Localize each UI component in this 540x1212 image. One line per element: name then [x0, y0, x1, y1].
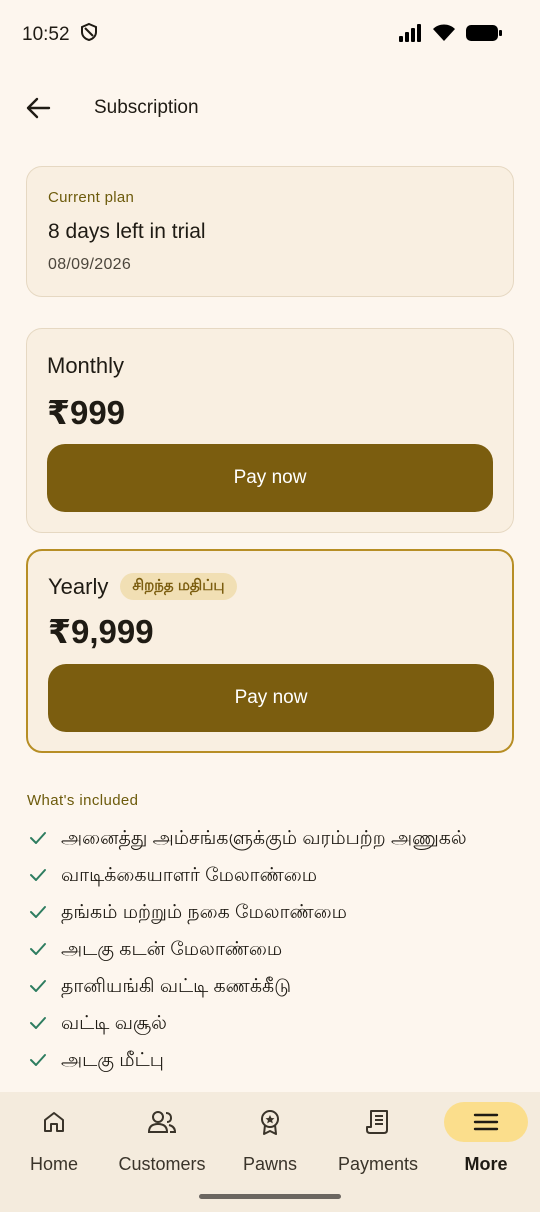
nav-label: More: [464, 1154, 508, 1174]
nav-label: Payments: [337, 1154, 419, 1174]
feature-text: வட்டி வசூல்: [61, 1013, 167, 1034]
nav-label: Pawns: [242, 1154, 298, 1174]
nav-label: Home: [29, 1154, 78, 1174]
plan-name-row: Monthly: [47, 353, 493, 379]
list-item: தானியங்கி வட்டி கணக்கீடு: [28, 974, 508, 999]
home-icon: [44, 1112, 64, 1132]
feature-text: அடகு கடன் மேலாண்மை: [61, 939, 283, 960]
page-title: Subscription: [94, 97, 199, 118]
nav-icon-container: [120, 1102, 204, 1142]
plan-name: Monthly: [47, 353, 125, 378]
included-section-label: What's included: [27, 792, 139, 809]
plan-price: ₹999: [47, 394, 126, 431]
arrow-back-icon: [26, 97, 51, 119]
check-icon: [30, 980, 46, 992]
nav-label: Customers: [118, 1154, 206, 1174]
best-value-badge: சிறந்த மதிப்பு: [120, 573, 237, 600]
check-icon: [30, 1054, 46, 1066]
plan-name: Yearly: [48, 573, 109, 599]
pay-now-button-monthly[interactable]: Pay now: [47, 444, 493, 512]
status-left: 10:52: [22, 22, 98, 48]
status-time: 10:52: [22, 24, 70, 45]
receipt-icon: [366, 1110, 388, 1134]
back-button[interactable]: [22, 92, 54, 124]
customers-icon: [147, 1111, 177, 1133]
feature-text: அனைத்து அம்சங்களுக்கும் வரம்பற்ற அணுகல்: [61, 828, 467, 849]
current-plan-label: Current plan: [48, 189, 135, 206]
list-item: அடகு மீட்பு: [28, 1048, 508, 1073]
trial-status: 8 days left in trial: [48, 220, 206, 243]
gesture-handle: [199, 1194, 341, 1199]
feature-text: வாடிக்கையாளர் மேலாண்மை: [61, 865, 318, 886]
check-icon: [30, 943, 46, 955]
badge-icon: [261, 1110, 279, 1135]
nav-icon-container: [228, 1102, 312, 1142]
check-icon: [30, 869, 46, 881]
signal-icon: [398, 23, 422, 47]
check-icon: [30, 906, 46, 918]
list-item: வட்டி வசூல்: [28, 1011, 508, 1036]
status-bar: 10:52: [0, 0, 540, 70]
battery-icon: [466, 24, 502, 47]
check-icon: [30, 832, 46, 844]
list-item: தங்கம் மற்றும் நகை மேலாண்மை: [28, 900, 508, 925]
feature-text: தங்கம் மற்றும் நகை மேலாண்மை: [61, 902, 347, 923]
nav-icon-container: [444, 1102, 528, 1142]
menu-icon: [473, 1113, 499, 1131]
shield-icon: [80, 22, 98, 48]
status-right: [398, 23, 502, 47]
list-item: அனைத்து அம்சங்களுக்கும் வரம்பற்ற அணுகல்: [28, 826, 508, 851]
nav-icon-container: [12, 1102, 96, 1142]
check-icon: [30, 1017, 46, 1029]
nav-icon-container: [336, 1102, 420, 1142]
feature-list: அனைத்து அம்சங்களுக்கும் வரம்பற்ற அணுகல் …: [28, 826, 508, 1085]
wifi-icon: [432, 24, 456, 47]
list-item: அடகு கடன் மேலாண்மை: [28, 937, 508, 962]
current-plan-card: Current plan 8 days left in trial 08/09/…: [26, 166, 514, 297]
plan-name-row: Yearly சிறந்த மதிப்பு: [48, 573, 492, 600]
monthly-plan-card: Monthly ₹999 Pay now: [26, 328, 514, 533]
trial-end-date: 08/09/2026: [48, 256, 132, 273]
nav-item-more[interactable]: More: [432, 1092, 540, 1212]
pay-now-button-yearly[interactable]: Pay now: [48, 664, 494, 732]
list-item: வாடிக்கையாளர் மேலாண்மை: [28, 863, 508, 888]
plan-price: ₹9,999: [48, 613, 154, 650]
yearly-plan-card: Yearly சிறந்த மதிப்பு ₹9,999 Pay now: [26, 549, 514, 753]
nav-item-home[interactable]: Home: [0, 1092, 108, 1212]
feature-text: தானியங்கி வட்டி கணக்கீடு: [61, 976, 292, 997]
top-app-bar: Subscription: [0, 78, 540, 138]
feature-text: அடகு மீட்பு: [61, 1050, 164, 1071]
